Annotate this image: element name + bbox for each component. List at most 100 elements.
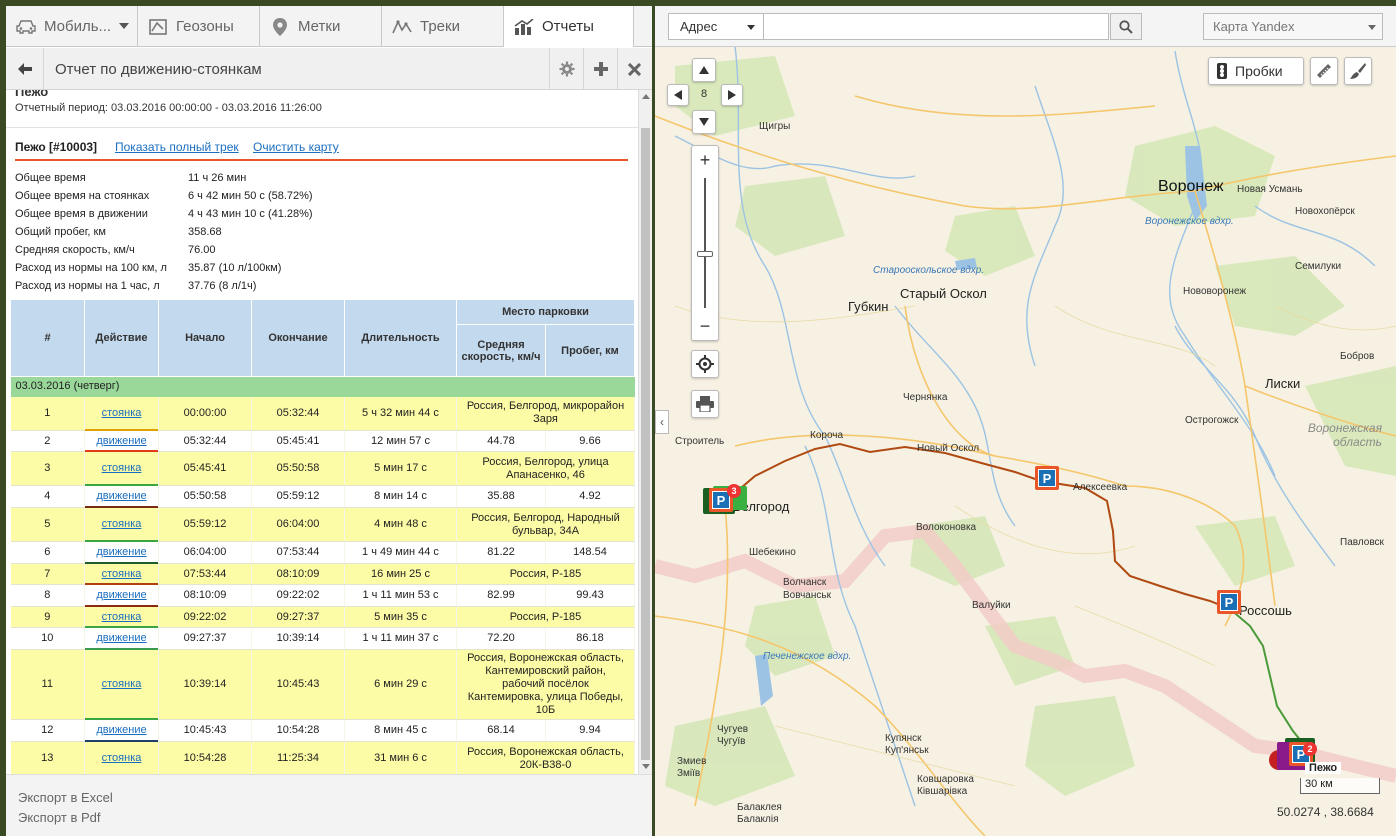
table-row[interactable]: 11 стоянка 10:39:14 10:45:43 6 мин 29 с Росси… <box>10 649 635 720</box>
add-button[interactable] <box>583 48 617 90</box>
pan-left-button[interactable] <box>667 84 689 106</box>
table-row[interactable]: 6 движение 06:04:00 07:53:44 1 ч 49 мин 44 с… <box>10 541 635 564</box>
row-start: 10:39:14 <box>158 649 252 720</box>
action-link[interactable]: стоянка <box>102 462 142 474</box>
table-row[interactable]: 13 стоянка 10:54:28 11:25:34 31 мин 6 с Росси… <box>10 741 635 774</box>
row-start: 06:04:00 <box>158 541 252 564</box>
table-row[interactable]: 2 движение 05:32:44 05:45:41 12 мин 57 с 44.7… <box>10 430 635 452</box>
row-end: 10:45:43 <box>251 649 345 720</box>
ruler-icon <box>1317 64 1331 78</box>
row-end: 08:10:09 <box>251 563 345 585</box>
action-link[interactable]: стоянка <box>102 518 142 530</box>
action-link[interactable]: движение <box>96 490 146 502</box>
zoom-slider-handle[interactable] <box>697 251 713 257</box>
arrow-right-icon <box>728 90 736 100</box>
report-scrollbar[interactable] <box>638 90 652 774</box>
table-row[interactable]: 5 стоянка 05:59:12 06:04:00 4 мин 48 с Россия… <box>10 507 635 542</box>
collapse-panel-button[interactable]: ‹ <box>655 410 669 434</box>
locate-button[interactable] <box>691 350 719 378</box>
back-button[interactable] <box>6 48 44 90</box>
tab-reports[interactable]: Отчеты <box>504 6 634 47</box>
show-full-track-link[interactable]: Показать полный трек <box>115 140 239 154</box>
clear-map-link[interactable]: Очистить карту <box>253 140 339 154</box>
summary-key: Средняя скорость, км/ч <box>15 244 135 256</box>
row-duration: 6 мин 29 с <box>344 649 457 720</box>
row-num: 10 <box>10 627 85 650</box>
table-row[interactable]: 1 стоянка 00:00:00 05:32:44 5 ч 32 мин 44 сР… <box>10 396 635 431</box>
pan-up-button[interactable] <box>692 58 716 82</box>
row-num: 3 <box>10 451 85 486</box>
vehicle-name: Пежо [#10003] <box>15 140 98 154</box>
zoom-in-button[interactable]: + <box>692 146 718 174</box>
row-mileage: 9.66 <box>545 430 635 452</box>
address-search-button[interactable] <box>1110 13 1142 40</box>
row-duration: 1 ч 49 мин 44 с <box>344 541 457 564</box>
map-label: Чугуев <box>717 724 749 735</box>
map-provider-select[interactable]: Карта Yandex <box>1203 13 1383 40</box>
pan-right-button[interactable] <box>721 84 743 106</box>
parking-marker[interactable]: P <box>1217 590 1241 614</box>
pan-down-button[interactable] <box>692 110 716 134</box>
action-link[interactable]: движение <box>96 724 146 736</box>
action-link[interactable]: движение <box>96 632 146 644</box>
print-button[interactable] <box>691 390 719 418</box>
action-link[interactable]: движение <box>96 435 146 447</box>
ruler-button[interactable] <box>1310 57 1338 85</box>
report-table: # Действие Начало Окончание Длительность… <box>10 299 635 774</box>
summary-row: Общее время на стоянках 6 ч 42 мин 50 с (… <box>15 190 615 204</box>
action-link[interactable]: движение <box>96 546 146 558</box>
table-row[interactable]: 4 движение 05:50:58 05:59:12 8 мин 14 с 35.88… <box>10 485 635 508</box>
col-header-place: Место парковки <box>456 299 635 325</box>
scroll-thumb[interactable] <box>641 128 650 760</box>
row-place: Россия, Воронежская область, Кантемировс… <box>456 649 635 720</box>
row-place: Россия, Р-185 <box>456 606 635 628</box>
traffic-button[interactable]: Пробки <box>1208 57 1304 85</box>
action-link[interactable]: стоянка <box>102 568 142 580</box>
address-input[interactable] <box>764 13 1109 40</box>
zoom-track[interactable] <box>704 178 706 308</box>
map-scale: 30 км <box>1300 778 1380 794</box>
table-row[interactable]: 12 движение 10:45:43 10:54:28 8 мин 45 с 68.1… <box>10 719 635 742</box>
row-duration: 5 мин 17 с <box>344 451 457 486</box>
left-panel: Мобиль... Геозоны Метки Треки Отчеты Отчет п… <box>6 6 652 836</box>
tab-geozones[interactable]: Геозоны <box>138 6 260 47</box>
row-action: движение <box>84 430 159 452</box>
map-label: Губкин <box>848 299 889 314</box>
col-header-action: Действие <box>84 299 159 377</box>
export-excel-link[interactable]: Экспорт в Excel <box>18 790 113 805</box>
cursor-coordinates: 50.0274 , 38.6684 <box>1277 805 1374 819</box>
brush-icon <box>1350 63 1366 79</box>
table-row[interactable]: 9 стоянка 09:22:02 09:27:37 5 мин 35 с Россия… <box>10 606 635 628</box>
row-end: 05:32:44 <box>251 396 345 431</box>
action-link[interactable]: стоянка <box>102 611 142 623</box>
map-pin-icon <box>270 17 290 36</box>
scroll-up-icon[interactable] <box>642 94 650 99</box>
parking-cluster[interactable]: P 3 <box>703 484 747 514</box>
table-row[interactable]: 10 движение 09:27:37 10:39:14 1 ч 11 мин 37 … <box>10 627 635 650</box>
action-link[interactable]: стоянка <box>102 752 142 764</box>
draw-button[interactable] <box>1344 57 1372 85</box>
address-type-select[interactable]: Адрес <box>668 13 764 40</box>
arrow-left-icon <box>674 90 682 100</box>
parking-marker[interactable]: P <box>1035 466 1059 490</box>
row-duration: 8 мин 45 с <box>344 719 457 742</box>
zoom-out-button[interactable]: − <box>692 312 718 340</box>
gear-icon <box>559 61 574 77</box>
tab-marks[interactable]: Метки <box>260 6 382 47</box>
action-link[interactable]: стоянка <box>102 407 142 419</box>
action-link[interactable]: движение <box>96 589 146 601</box>
close-button[interactable] <box>617 48 651 90</box>
tab-vehicles[interactable]: Мобиль... <box>6 6 138 47</box>
table-row[interactable]: 8 движение 08:10:09 09:22:02 1 ч 11 мин 53 с… <box>10 584 635 607</box>
scroll-down-icon[interactable] <box>642 764 650 769</box>
map-view[interactable]: Воронеж Новая Усмань Старый Оскол Губкин Лис… <box>655 6 1396 836</box>
app-window: Мобиль... Геозоны Метки Треки Отчеты Отчет п… <box>0 0 1396 836</box>
chevron-down-icon[interactable] <box>119 23 129 29</box>
tab-tracks[interactable]: Треки <box>382 6 504 47</box>
action-link[interactable]: стоянка <box>102 678 142 690</box>
table-row[interactable]: 7 стоянка 07:53:44 08:10:09 16 мин 25 с Росси… <box>10 563 635 585</box>
table-row[interactable]: 3 стоянка 05:45:41 05:50:58 5 мин 17 с Россия… <box>10 451 635 486</box>
export-pdf-link[interactable]: Экспорт в Pdf <box>18 810 101 825</box>
settings-button[interactable] <box>549 48 583 90</box>
row-end: 09:22:02 <box>251 584 345 607</box>
